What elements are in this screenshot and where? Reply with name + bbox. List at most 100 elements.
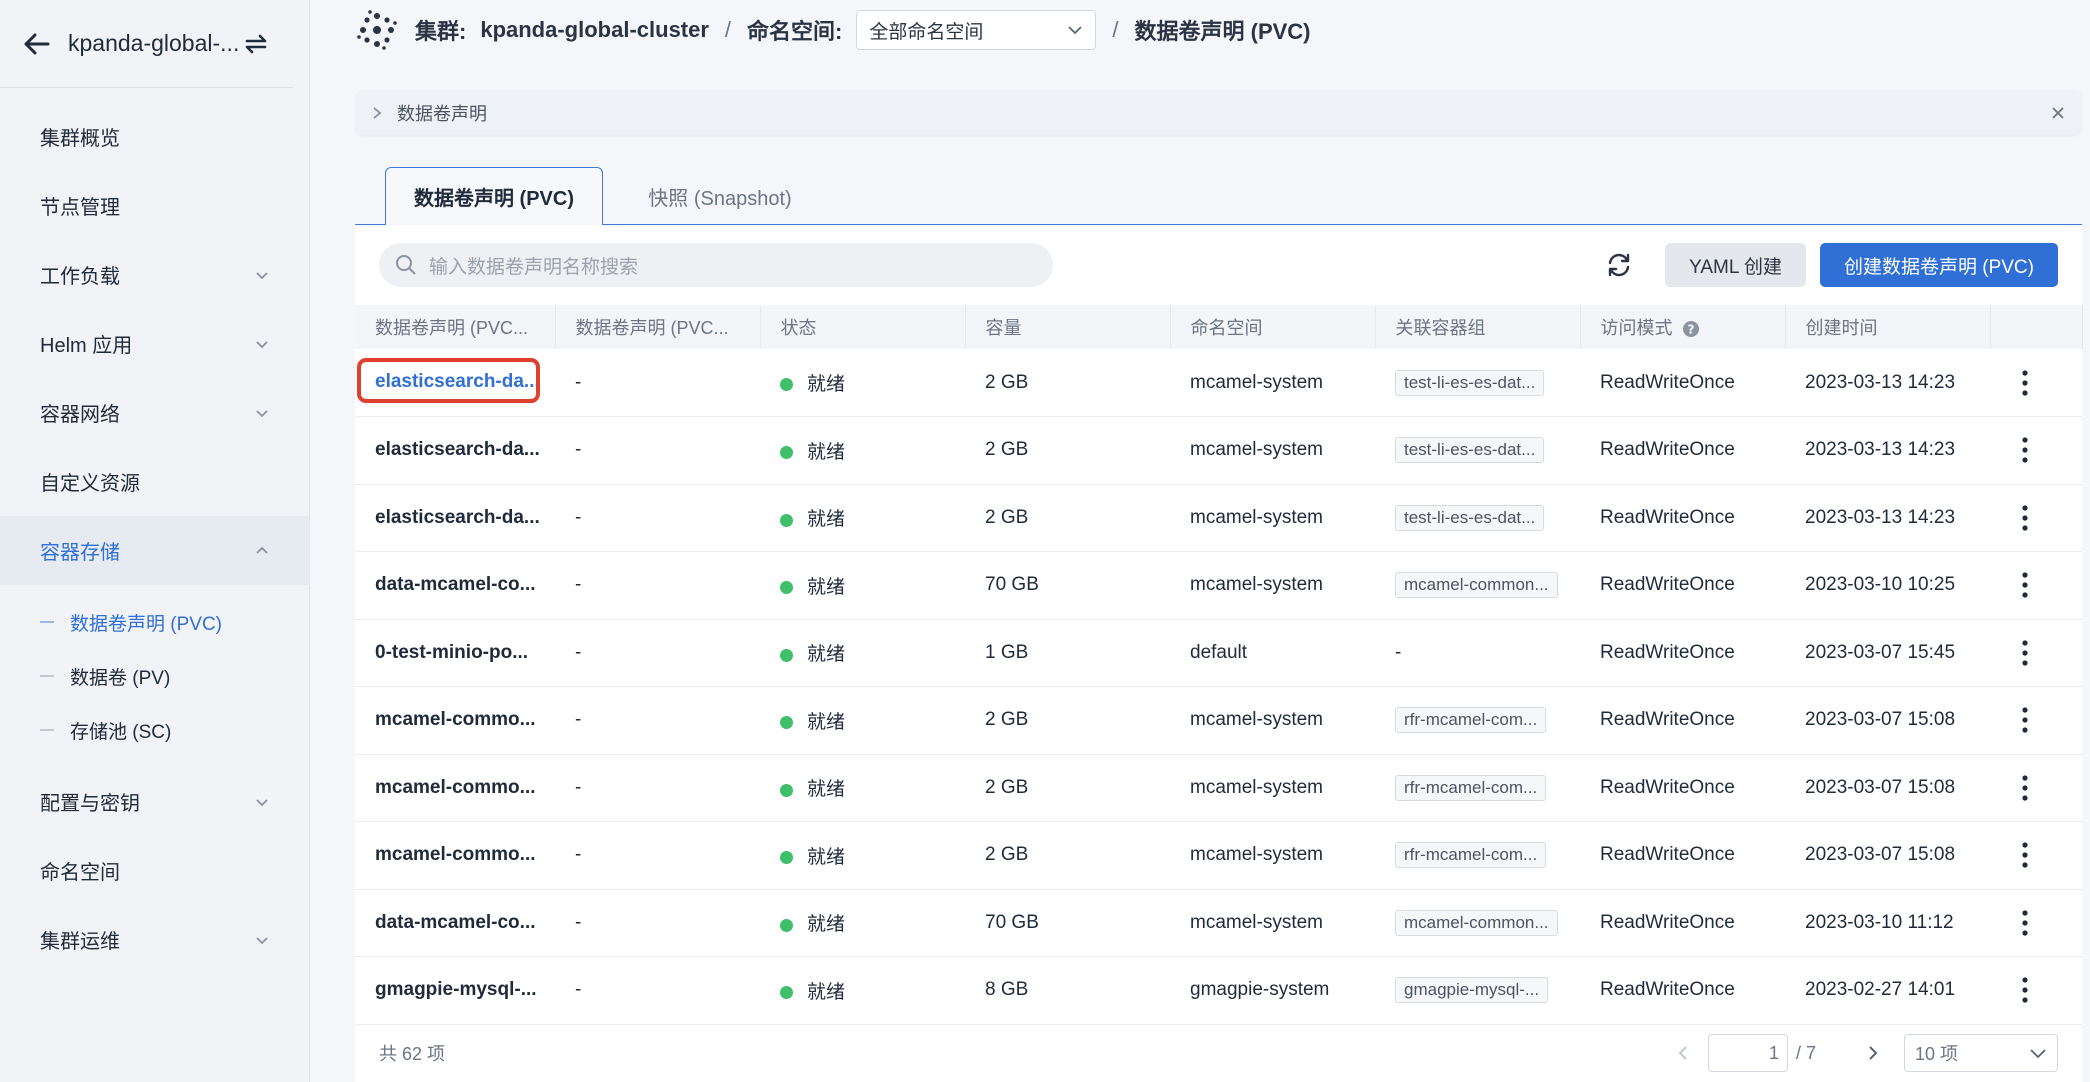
pod-tag[interactable]: gmagpie-mysql-... bbox=[1395, 977, 1549, 1004]
sidebar-item-crd[interactable]: 自定义资源 bbox=[0, 447, 309, 516]
table-row[interactable]: mcamel-commo... - 就绪 2 GB mcamel-system … bbox=[355, 687, 2082, 755]
sidebar-item-helm[interactable]: Helm 应用 bbox=[0, 309, 309, 378]
more-actions-icon[interactable] bbox=[2010, 768, 2040, 808]
actions-cell bbox=[1990, 822, 2082, 890]
pvc-name-link[interactable]: data-mcamel-co... bbox=[375, 912, 536, 934]
sidebar-item-cluster-overview[interactable]: 集群概览 bbox=[0, 102, 309, 171]
sidebar-subitem-sc[interactable]: 存储池 (SC) bbox=[0, 703, 309, 757]
sidebar-item-nodes[interactable]: 节点管理 bbox=[0, 171, 309, 240]
tab-snapshot[interactable]: 快照 (Snapshot) bbox=[615, 167, 825, 225]
prev-page-icon[interactable] bbox=[1676, 1044, 1690, 1062]
close-icon[interactable] bbox=[2050, 105, 2066, 121]
table-footer: 共 62 项 1 / 7 10 项 bbox=[355, 1024, 2082, 1082]
alias-cell: - bbox=[575, 776, 582, 798]
pod-tag[interactable]: test-li-es-es-dat... bbox=[1395, 437, 1545, 464]
sidebar-item-config[interactable]: 配置与密钥 bbox=[0, 767, 309, 836]
chevron-right-icon[interactable] bbox=[371, 106, 383, 120]
alias-cell: - bbox=[575, 506, 582, 528]
pvc-name-link[interactable]: gmagpie-mysql-... bbox=[375, 979, 537, 1001]
back-arrow-icon[interactable] bbox=[22, 29, 52, 59]
help-icon[interactable]: ? bbox=[1682, 320, 1700, 338]
more-actions-icon[interactable] bbox=[2010, 970, 2040, 1010]
column-header-status[interactable]: 状态 bbox=[760, 305, 966, 349]
sidebar-subitem-pvc[interactable]: 数据卷声明 (PVC) bbox=[0, 595, 309, 649]
table-row[interactable]: elasticsearch-da... - 就绪 2 GB mcamel-sys… bbox=[355, 484, 2082, 552]
capacity-cell: 2 GB bbox=[985, 439, 1029, 461]
pod-tag[interactable]: test-li-es-es-dat... bbox=[1395, 504, 1545, 531]
pvc-name-cell[interactable]: mcamel-commo... bbox=[355, 822, 555, 890]
pvc-name-cell[interactable]: elasticsearch-da... bbox=[355, 417, 555, 485]
more-actions-icon[interactable] bbox=[2010, 835, 2040, 875]
tab-pvc[interactable]: 数据卷声明 (PVC) bbox=[385, 167, 603, 226]
pvc-name-cell[interactable]: data-mcamel-co... bbox=[355, 889, 555, 957]
column-header-namespace[interactable]: 命名空间 bbox=[1170, 305, 1376, 349]
namespace-cell: gmagpie-system bbox=[1190, 979, 1330, 1001]
pvc-name-link[interactable]: data-mcamel-co... bbox=[375, 574, 536, 596]
pod-tag[interactable]: rfr-mcamel-com... bbox=[1395, 707, 1547, 734]
pvc-name-cell[interactable]: gmagpie-mysql-... bbox=[355, 957, 555, 1025]
svg-text:?: ? bbox=[1687, 323, 1694, 337]
more-actions-icon[interactable] bbox=[2010, 498, 2040, 538]
more-actions-icon[interactable] bbox=[2010, 633, 2040, 673]
pvc-name-cell[interactable]: data-mcamel-co... bbox=[355, 552, 555, 620]
collapse-panel[interactable]: 数据卷声明 bbox=[355, 90, 2082, 135]
page-number-input[interactable]: 1 bbox=[1707, 1034, 1788, 1072]
pvc-name-cell[interactable]: elasticsearch-da... bbox=[355, 484, 555, 552]
column-header-capacity[interactable]: 容量 bbox=[965, 305, 1171, 349]
pvc-name-cell[interactable]: elasticsearch-da... bbox=[355, 349, 555, 417]
sidebar-item-ops[interactable]: 集群运维 bbox=[0, 905, 309, 974]
capacity-cell: 2 GB bbox=[985, 506, 1029, 528]
more-actions-icon[interactable] bbox=[2010, 363, 2040, 403]
column-header-created[interactable]: 创建时间 bbox=[1785, 305, 1991, 349]
cluster-name[interactable]: kpanda-global-cluster bbox=[480, 17, 709, 43]
pvc-name-link[interactable]: mcamel-commo... bbox=[375, 777, 536, 799]
sidebar-item-storage[interactable]: 容器存储 bbox=[0, 516, 309, 585]
actions-cell bbox=[1990, 619, 2082, 687]
column-header-access-mode[interactable]: 访问模式 ? bbox=[1580, 305, 1786, 349]
table-row[interactable]: mcamel-commo... - 就绪 2 GB mcamel-system … bbox=[355, 822, 2082, 890]
status-text: 就绪 bbox=[807, 981, 846, 1003]
pvc-name-cell[interactable]: 0-test-minio-po... bbox=[355, 619, 555, 687]
sidebar-item-namespaces[interactable]: 命名空间 bbox=[0, 836, 309, 905]
sidebar-subitem-pv[interactable]: 数据卷 (PV) bbox=[0, 649, 309, 703]
table-row[interactable]: gmagpie-mysql-... - 就绪 8 GB gmagpie-syst… bbox=[355, 957, 2082, 1025]
switch-cluster-icon[interactable] bbox=[241, 29, 271, 59]
column-header-name[interactable]: 数据卷声明 (PVC... bbox=[355, 305, 556, 349]
pod-tag[interactable]: rfr-mcamel-com... bbox=[1395, 774, 1547, 801]
pod-tag[interactable]: test-li-es-es-dat... bbox=[1395, 369, 1545, 396]
table-row[interactable]: data-mcamel-co... - 就绪 70 GB mcamel-syst… bbox=[355, 889, 2082, 957]
pod-tag[interactable]: rfr-mcamel-com... bbox=[1395, 842, 1547, 869]
actions-cell bbox=[1990, 957, 2082, 1025]
sidebar-item-workloads[interactable]: 工作负载 bbox=[0, 240, 309, 309]
pvc-name-link[interactable]: mcamel-commo... bbox=[375, 844, 536, 866]
refresh-button[interactable] bbox=[1597, 243, 1641, 287]
more-actions-icon[interactable] bbox=[2010, 430, 2040, 470]
page-size-select[interactable]: 10 项 bbox=[1904, 1034, 2058, 1072]
next-page-icon[interactable] bbox=[1866, 1044, 1880, 1062]
namespace-select[interactable]: 全部命名空间 bbox=[856, 10, 1097, 50]
more-actions-icon[interactable] bbox=[2010, 565, 2040, 605]
pod-tag[interactable]: mcamel-common... bbox=[1395, 909, 1558, 936]
sidebar-item-network[interactable]: 容器网络 bbox=[0, 378, 309, 447]
pod-tag[interactable]: mcamel-common... bbox=[1395, 572, 1558, 599]
pvc-name-link[interactable]: 0-test-minio-po... bbox=[375, 642, 528, 664]
pvc-name-link[interactable]: elasticsearch-da... bbox=[375, 371, 540, 393]
table-row[interactable]: elasticsearch-da... - 就绪 2 GB mcamel-sys… bbox=[355, 349, 2082, 417]
yaml-create-button[interactable]: YAML 创建 bbox=[1665, 243, 1806, 287]
search-input[interactable]: 输入数据卷声明名称搜索 bbox=[379, 243, 1053, 287]
pvc-name-link[interactable]: elasticsearch-da... bbox=[375, 439, 540, 461]
column-header-alias[interactable]: 数据卷声明 (PVC... bbox=[555, 305, 761, 349]
table-row[interactable]: 0-test-minio-po... - 就绪 1 GB default - R… bbox=[355, 619, 2082, 687]
column-header-pods[interactable]: 关联容器组 bbox=[1375, 305, 1581, 349]
pvc-name-link[interactable]: mcamel-commo... bbox=[375, 709, 536, 731]
pvc-name-link[interactable]: elasticsearch-da... bbox=[375, 507, 540, 529]
alias-cell: - bbox=[575, 439, 582, 461]
more-actions-icon[interactable] bbox=[2010, 700, 2040, 740]
pvc-name-cell[interactable]: mcamel-commo... bbox=[355, 687, 555, 755]
pvc-name-cell[interactable]: mcamel-commo... bbox=[355, 754, 555, 822]
create-pvc-button[interactable]: 创建数据卷声明 (PVC) bbox=[1819, 243, 2058, 287]
table-row[interactable]: elasticsearch-da... - 就绪 2 GB mcamel-sys… bbox=[355, 417, 2082, 485]
table-row[interactable]: data-mcamel-co... - 就绪 70 GB mcamel-syst… bbox=[355, 552, 2082, 620]
more-actions-icon[interactable] bbox=[2010, 903, 2040, 943]
table-row[interactable]: mcamel-commo... - 就绪 2 GB mcamel-system … bbox=[355, 754, 2082, 822]
